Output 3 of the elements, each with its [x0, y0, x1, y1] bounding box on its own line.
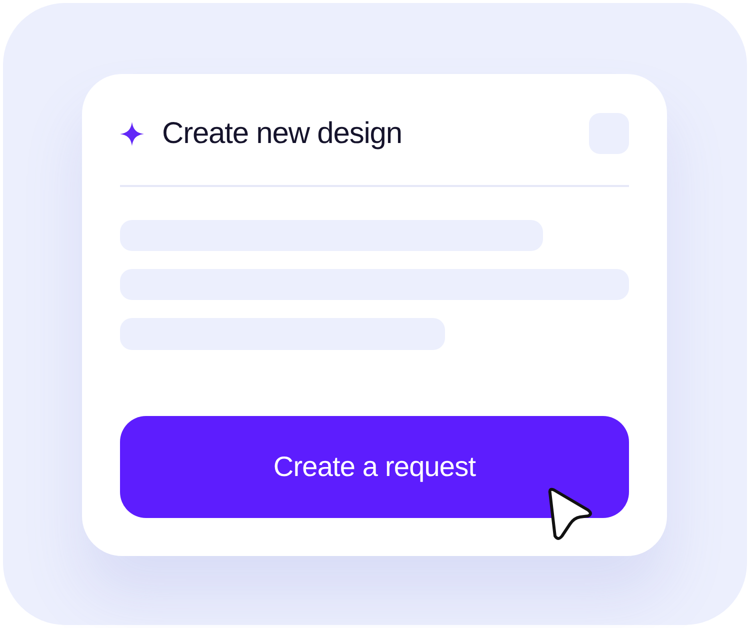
- sparkle-icon: [120, 122, 144, 146]
- create-request-button[interactable]: Create a request: [120, 416, 629, 518]
- card-title: Create new design: [162, 118, 402, 148]
